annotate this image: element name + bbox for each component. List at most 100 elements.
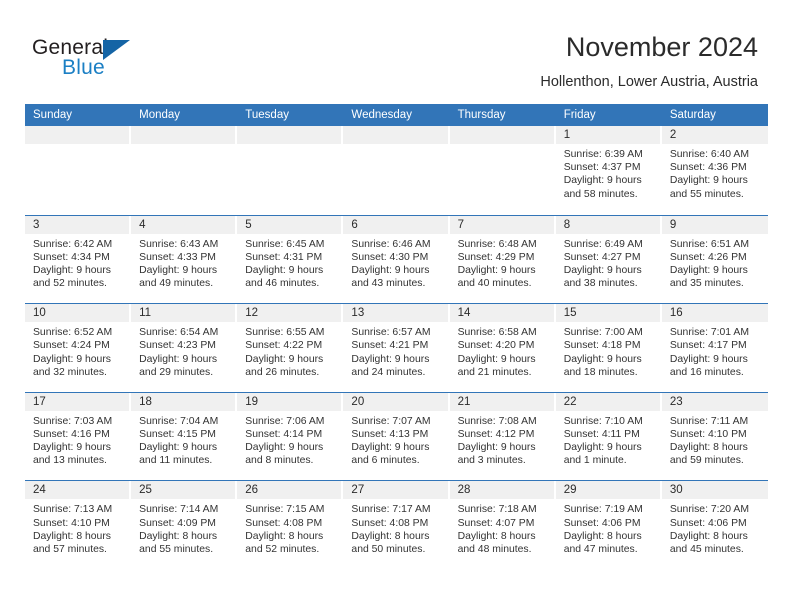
day-number: 18 [139, 395, 152, 408]
sun-info-line: and 16 minutes. [669, 366, 744, 378]
calendar-day-cell[interactable]: 26 Sunrise: 7:15 AM Sunset: 4:08 PM Dayligh… [237, 481, 344, 569]
sun-info-line: Daylight: 9 hours [245, 353, 324, 365]
sun-info-line: and 48 minutes. [457, 543, 532, 555]
sun-info: Sunrise: 7:06 AM Sunset: 4:14 PM Daylight:… [237, 411, 343, 468]
sun-info-line: Daylight: 9 hours [245, 265, 324, 276]
sun-info-line: and 55 minutes. [139, 543, 214, 555]
sun-info: Sunrise: 7:18 AM Sunset: 4:07 PM Daylight:… [450, 499, 556, 556]
calendar-cell-empty [343, 126, 450, 215]
sun-info-line: Sunset: 4:20 PM [457, 340, 535, 352]
sun-info: Sunrise: 6:46 AM Sunset: 4:30 PM Daylight:… [343, 234, 449, 291]
day-number-band: 28 [449, 481, 556, 500]
sun-info-line: Daylight: 9 hours [457, 353, 536, 365]
calendar-day-cell[interactable]: 3 Sunrise: 6:42 AM Sunset: 4:34 PM Daylight… [25, 215, 132, 304]
calendar-day-cell[interactable]: 8 Sunrise: 6:49 AM Sunset: 4:27 PM Daylight… [555, 215, 662, 304]
calendar-day-cell[interactable]: 29 Sunrise: 7:19 AM Sunset: 4:06 PM Dayligh… [555, 481, 662, 569]
sun-info: Sunrise: 6:48 AM Sunset: 4:29 PM Daylight:… [450, 234, 556, 291]
calendar-day-cell[interactable]: 25 Sunrise: 7:14 AM Sunset: 4:09 PM Dayligh… [131, 481, 238, 569]
sun-info-line: Sunset: 4:34 PM [33, 251, 110, 263]
sun-info-line: Daylight: 9 hours [563, 442, 642, 454]
sun-info-line: Sunset: 4:37 PM [563, 162, 641, 174]
day-number: 2 [669, 129, 677, 141]
sun-info-line: Sunrise: 6:54 AM [139, 327, 219, 339]
calendar-day-cell[interactable]: 14 Sunrise: 6:58 AM Sunset: 4:20 PM Dayligh… [449, 304, 556, 392]
sun-info-line: Sunrise: 6:57 AM [351, 327, 431, 339]
calendar-day-cell[interactable]: 28 Sunrise: 7:18 AM Sunset: 4:07 PM Dayligh… [449, 481, 556, 569]
calendar-day-cell[interactable]: 15 Sunrise: 7:00 AM Sunset: 4:18 PM Dayligh… [555, 304, 662, 392]
triangle-logo-icon [103, 40, 130, 60]
calendar-day-cell[interactable]: 17 Sunrise: 7:03 AM Sunset: 4:16 PM Dayligh… [25, 392, 132, 481]
calendar-day-cell[interactable]: 16 Sunrise: 7:01 AM Sunset: 4:17 PM Dayligh… [661, 304, 768, 392]
day-number-band: 3 [25, 215, 132, 234]
calendar-day-cell[interactable]: 5 Sunrise: 6:45 AM Sunset: 4:31 PM Daylight… [237, 215, 344, 304]
sun-info: Sunrise: 7:00 AM Sunset: 4:18 PM Daylight:… [556, 322, 662, 379]
sun-info-line: Sunset: 4:29 PM [457, 251, 535, 263]
sun-info: Sunrise: 6:57 AM Sunset: 4:21 PM Daylight:… [343, 322, 449, 379]
calendar-day-cell[interactable]: 21 Sunrise: 7:08 AM Sunset: 4:12 PM Dayligh… [449, 392, 556, 481]
calendar-week-row: 10 Sunrise: 6:52 AM Sunset: 4:24 PM Dayligh… [25, 303, 768, 392]
sun-info-line: Daylight: 8 hours [351, 530, 430, 542]
sun-info-line: Sunset: 4:30 PM [351, 251, 429, 263]
calendar-day-cell[interactable]: 7 Sunrise: 6:48 AM Sunset: 4:29 PM Daylight… [449, 215, 556, 304]
sun-info-line: Sunrise: 6:58 AM [457, 327, 537, 339]
sun-info-line: Sunrise: 7:11 AM [669, 415, 749, 427]
calendar-day-cell[interactable]: 22 Sunrise: 7:10 AM Sunset: 4:11 PM Dayligh… [555, 392, 662, 481]
day-number-band [25, 126, 132, 144]
weekday-header-monday: Monday [139, 109, 181, 121]
calendar-day-cell[interactable]: 13 Sunrise: 6:57 AM Sunset: 4:21 PM Dayligh… [343, 304, 450, 392]
day-number-band: 22 [555, 392, 662, 411]
sun-info-line: Daylight: 8 hours [563, 530, 642, 542]
sun-info-line: Sunrise: 6:46 AM [351, 238, 431, 250]
sun-info-line: Daylight: 9 hours [351, 353, 430, 365]
sun-info-line: Sunrise: 7:18 AM [457, 504, 537, 516]
calendar-day-cell[interactable]: 10 Sunrise: 6:52 AM Sunset: 4:24 PM Dayligh… [25, 304, 132, 392]
location-subtitle: Hollenthon, Lower Austria, Austria [540, 74, 758, 90]
sun-info-line: Daylight: 9 hours [245, 442, 324, 454]
sun-info-line: Daylight: 9 hours [669, 265, 748, 276]
calendar-day-cell[interactable]: 23 Sunrise: 7:11 AM Sunset: 4:10 PM Dayligh… [661, 392, 768, 481]
calendar-day-cell[interactable]: 12 Sunrise: 6:55 AM Sunset: 4:22 PM Dayligh… [237, 304, 344, 392]
calendar-day-cell[interactable]: 19 Sunrise: 7:06 AM Sunset: 4:14 PM Dayligh… [237, 392, 344, 481]
day-number: 20 [351, 395, 365, 408]
calendar-day-cell[interactable]: 24 Sunrise: 7:13 AM Sunset: 4:10 PM Dayligh… [25, 481, 132, 569]
sun-info-line: Sunset: 4:22 PM [245, 340, 323, 352]
sun-info-line: and 50 minutes. [351, 543, 426, 555]
sun-info-line: Sunrise: 7:10 AM [563, 415, 643, 427]
calendar-day-cell[interactable]: 2 Sunrise: 6:40 AM Sunset: 4:36 PM Daylight… [661, 126, 768, 215]
calendar-day-cell[interactable]: 11 Sunrise: 6:54 AM Sunset: 4:23 PM Dayligh… [131, 304, 238, 392]
day-number-band: 1 [555, 126, 662, 144]
sun-info-line: and 1 minute. [563, 455, 627, 467]
sun-info-line: Sunset: 4:13 PM [351, 428, 429, 440]
calendar-day-cell[interactable]: 20 Sunrise: 7:07 AM Sunset: 4:13 PM Dayligh… [343, 392, 450, 481]
calendar-day-cell[interactable]: 6 Sunrise: 6:46 AM Sunset: 4:30 PM Daylight… [343, 215, 450, 304]
sun-info-line: Daylight: 9 hours [563, 265, 642, 276]
calendar-day-cell[interactable]: 18 Sunrise: 7:04 AM Sunset: 4:15 PM Dayligh… [131, 392, 238, 481]
calendar-grid: Sunday Monday Tuesday Wednesday Thursday Frid… [25, 104, 768, 569]
weekday-header-sunday: Sunday [33, 109, 73, 121]
sun-info: Sunrise: 6:43 AM Sunset: 4:33 PM Daylight:… [131, 234, 237, 291]
day-number-band: 9 [661, 215, 768, 234]
sun-info-line: Daylight: 9 hours [139, 442, 218, 454]
sun-info: Sunrise: 7:14 AM Sunset: 4:09 PM Daylight:… [131, 499, 237, 556]
day-number-band: 20 [343, 392, 450, 411]
sun-info-line: Sunset: 4:16 PM [33, 428, 110, 440]
day-number-band: 25 [131, 481, 238, 500]
day-number: 10 [33, 307, 46, 320]
calendar-day-cell[interactable]: 27 Sunrise: 7:17 AM Sunset: 4:08 PM Dayligh… [343, 481, 450, 569]
calendar-day-cell[interactable]: 9 Sunrise: 6:51 AM Sunset: 4:26 PM Daylight… [661, 215, 768, 304]
sun-info-line: Sunrise: 7:17 AM [351, 504, 431, 516]
calendar-day-cell[interactable]: 4 Sunrise: 6:43 AM Sunset: 4:33 PM Daylight… [131, 215, 238, 304]
day-number-band: 6 [343, 215, 450, 234]
sun-info-line: and 38 minutes. [563, 278, 638, 290]
day-number: 15 [563, 307, 577, 320]
sun-info-line: and 29 minutes. [139, 366, 214, 378]
sun-info: Sunrise: 6:51 AM Sunset: 4:26 PM Daylight:… [662, 234, 768, 291]
title-block: November 2024 Hollenthon, Lower Austria,… [198, 30, 758, 91]
calendar-day-cell[interactable]: 1 Sunrise: 6:39 AM Sunset: 4:37 PM Daylight… [555, 126, 662, 215]
sun-info-line: Sunrise: 7:00 AM [563, 327, 643, 339]
calendar-day-cell[interactable]: 30 Sunrise: 7:20 AM Sunset: 4:06 PM Dayligh… [661, 481, 768, 569]
day-number: 17 [33, 395, 46, 408]
day-number-band: 21 [449, 392, 556, 411]
sun-info-line: Daylight: 9 hours [563, 353, 642, 365]
sun-info-line: Daylight: 9 hours [457, 442, 536, 454]
